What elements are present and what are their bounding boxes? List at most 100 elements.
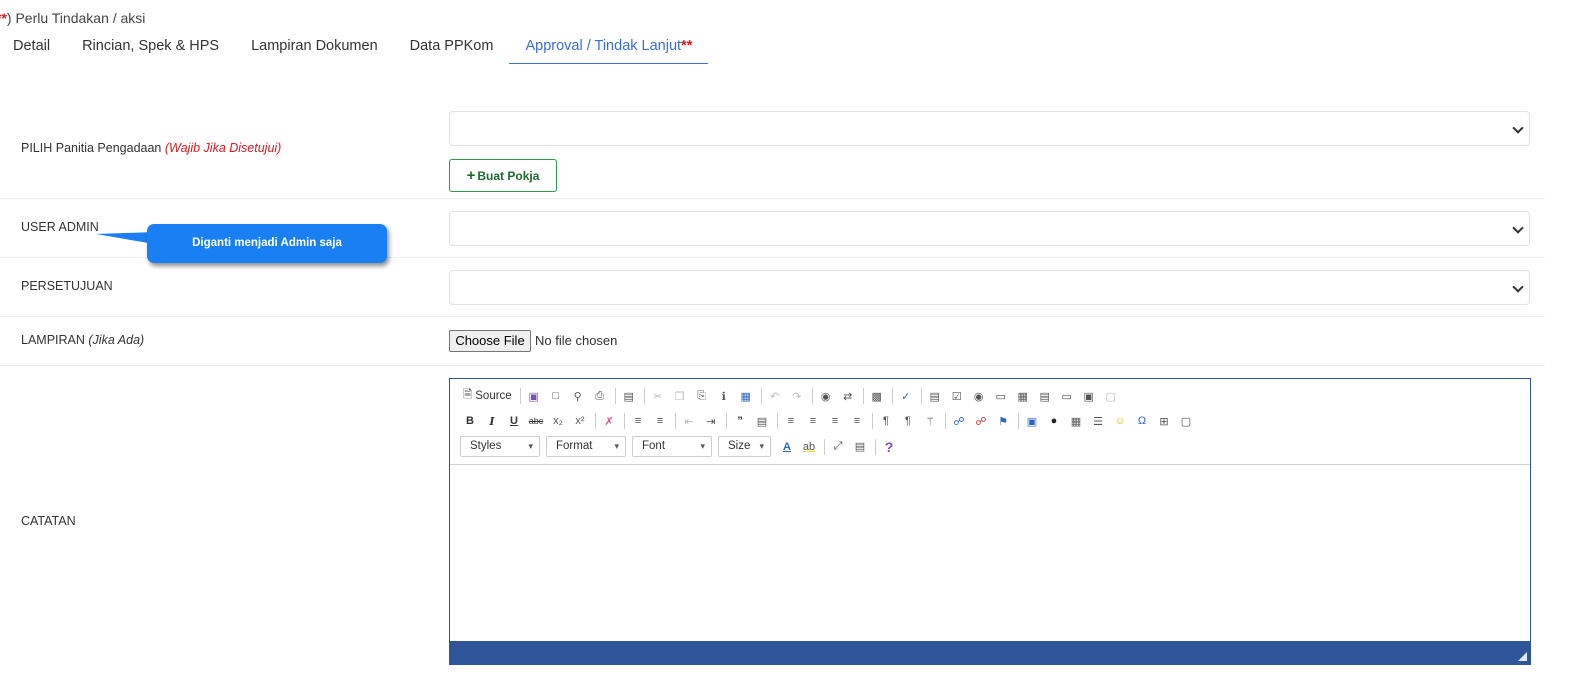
panitia-select[interactable]	[449, 111, 1530, 146]
bold-icon[interactable]: B	[460, 412, 480, 430]
indent-icon[interactable]: ⇥	[701, 412, 721, 430]
source-button[interactable]: 🗎 Source	[460, 387, 515, 405]
div-icon[interactable]: ▤	[752, 412, 772, 430]
bulleted-list-icon[interactable]: ≡	[650, 412, 670, 430]
hidden-field-icon[interactable]: ▢	[1101, 387, 1121, 405]
radio-icon[interactable]: ◉	[969, 387, 989, 405]
editor-content-area[interactable]	[450, 465, 1530, 642]
iframe-icon[interactable]: ▢	[1176, 412, 1196, 430]
toolbar-separator	[872, 413, 873, 429]
file-status: No file chosen	[535, 333, 618, 348]
rtl-icon[interactable]: ¶	[898, 412, 918, 430]
image-icon[interactable]: ▣	[1022, 412, 1042, 430]
choose-file-button[interactable]: Choose File	[449, 330, 531, 352]
font-combo[interactable]: Font ▾	[632, 436, 712, 457]
toolbar-row-1: 🗎 Source ▣ □ ⚲ ⎙ ▤ ✂ ❐ ⎘ ℹ ▦ ↶ ↷ ◉ ⇄ ▩ ✓ …	[460, 387, 1123, 405]
find-icon[interactable]: ◉	[816, 387, 836, 405]
replace-icon[interactable]: ⇄	[838, 387, 858, 405]
buat-pokja-button[interactable]: + Buat Pokja	[449, 159, 557, 192]
tab-data-ppkom[interactable]: Data PPKom	[394, 30, 510, 64]
help-icon[interactable]: ?	[879, 438, 899, 456]
styles-combo[interactable]: Styles ▾	[460, 436, 540, 457]
save-icon[interactable]: ▣	[524, 387, 544, 405]
text-color-icon[interactable]: A	[777, 438, 797, 456]
tab-bar: Detail Rincian, Spek & HPS Lampiran Doku…	[0, 30, 709, 64]
numbered-list-icon[interactable]: ≡	[628, 412, 648, 430]
toolbar-separator	[614, 388, 616, 404]
paste-icon[interactable]: ⎘	[692, 387, 712, 405]
templates-icon[interactable]: ▤	[619, 387, 639, 405]
size-combo[interactable]: Size ▾	[718, 436, 771, 457]
select-all-icon[interactable]: ▩	[867, 387, 887, 405]
toolbar-row-3: Styles ▾ Format ▾ Font ▾ Size ▾ A ab ⤢ ▤ ?	[460, 436, 901, 457]
paste-word-icon[interactable]: ▦	[736, 387, 756, 405]
textfield-icon[interactable]: ▭	[991, 387, 1011, 405]
special-char-icon[interactable]: Ω	[1132, 412, 1152, 430]
paste-text-icon[interactable]: ℹ	[714, 387, 734, 405]
chevron-down-icon	[1512, 281, 1524, 293]
toolbar-separator	[920, 388, 922, 404]
toolbar-row-2: B I U abc x₂ x² ✗ ≡ ≡ ⇤ ⇥ ” ▤ ≡ ≡ ≡ ≡ ¶ …	[460, 412, 1198, 430]
tab-lampiran-dokumen[interactable]: Lampiran Dokumen	[235, 30, 394, 64]
remove-format-icon[interactable]: ✗	[599, 412, 619, 430]
cut-icon[interactable]: ✂	[648, 387, 668, 405]
align-right-icon[interactable]: ≡	[825, 412, 845, 430]
anchor-flag-icon[interactable]: ⚑	[993, 412, 1013, 430]
tab-detail[interactable]: Detail	[0, 30, 66, 64]
form-icon[interactable]: ▤	[925, 387, 945, 405]
smiley-icon[interactable]: ☺	[1110, 412, 1130, 430]
image-button-icon[interactable]: ▣	[1079, 387, 1099, 405]
user-admin-select[interactable]	[449, 211, 1530, 246]
row-divider	[0, 365, 1545, 366]
strike-icon[interactable]: abc	[526, 412, 546, 430]
superscript-icon[interactable]: x²	[570, 412, 590, 430]
format-combo[interactable]: Format ▾	[546, 436, 626, 457]
select-field-icon[interactable]: ▤	[1035, 387, 1055, 405]
subscript-icon[interactable]: x₂	[548, 412, 568, 430]
toolbar-separator	[675, 413, 676, 429]
tab-rincian-spek-hps[interactable]: Rincian, Spek & HPS	[66, 30, 235, 64]
undo-icon[interactable]: ↶	[765, 387, 785, 405]
outdent-icon[interactable]: ⇤	[679, 412, 699, 430]
row-divider	[0, 198, 1545, 199]
show-blocks-icon[interactable]: ▤	[850, 438, 870, 456]
link-icon[interactable]: ☍	[949, 412, 969, 430]
table-icon[interactable]: ▦	[1066, 412, 1086, 430]
redo-icon[interactable]: ↷	[787, 387, 807, 405]
toolbar-separator	[811, 388, 813, 404]
toolbar-separator	[875, 438, 876, 455]
spellcheck-icon[interactable]: ✓	[896, 387, 916, 405]
toolbar-separator	[891, 388, 893, 404]
bg-color-icon[interactable]: ab	[799, 438, 819, 456]
resize-handle-icon[interactable]	[1518, 652, 1527, 661]
tab-approval-tindak-lanjut[interactable]: Approval / Tindak Lanjut**	[509, 30, 709, 64]
horizontal-rule-icon[interactable]: ☰	[1088, 412, 1108, 430]
align-center-icon[interactable]: ≡	[803, 412, 823, 430]
flash-icon[interactable]: ●	[1044, 412, 1064, 430]
underline-icon[interactable]: U	[504, 412, 524, 430]
ltr-icon[interactable]: ¶	[876, 412, 896, 430]
page-break-icon[interactable]: ⊞	[1154, 412, 1174, 430]
blockquote-icon[interactable]: ”	[730, 412, 750, 430]
copy-icon[interactable]: ❐	[670, 387, 690, 405]
maximize-icon[interactable]: ⤢	[828, 438, 848, 456]
toolbar-separator	[777, 413, 778, 429]
checkbox-icon[interactable]: ☑	[947, 387, 967, 405]
print-icon[interactable]: ⎙	[590, 387, 610, 405]
italic-icon[interactable]: I	[482, 412, 502, 430]
justify-icon[interactable]: ≡	[847, 412, 867, 430]
textarea-icon[interactable]: ▦	[1013, 387, 1033, 405]
unlink-icon[interactable]: ☍	[971, 412, 991, 430]
align-left-icon[interactable]: ≡	[781, 412, 801, 430]
annotation-callout: Diganti menjadi Admin saja	[147, 224, 387, 263]
persetujuan-select[interactable]	[449, 270, 1530, 305]
required-note-text: ) Perlu Tindakan / aksi	[6, 10, 146, 26]
catatan-label: CATATAN	[21, 514, 76, 528]
preview-icon[interactable]: ⚲	[568, 387, 588, 405]
toolbar-separator	[643, 388, 645, 404]
buat-pokja-label: Buat Pokja	[477, 169, 540, 183]
new-page-icon[interactable]: □	[546, 387, 566, 405]
language-icon[interactable]: ⚚	[920, 412, 940, 430]
toolbar-separator	[862, 388, 864, 404]
button-field-icon[interactable]: ▭	[1057, 387, 1077, 405]
